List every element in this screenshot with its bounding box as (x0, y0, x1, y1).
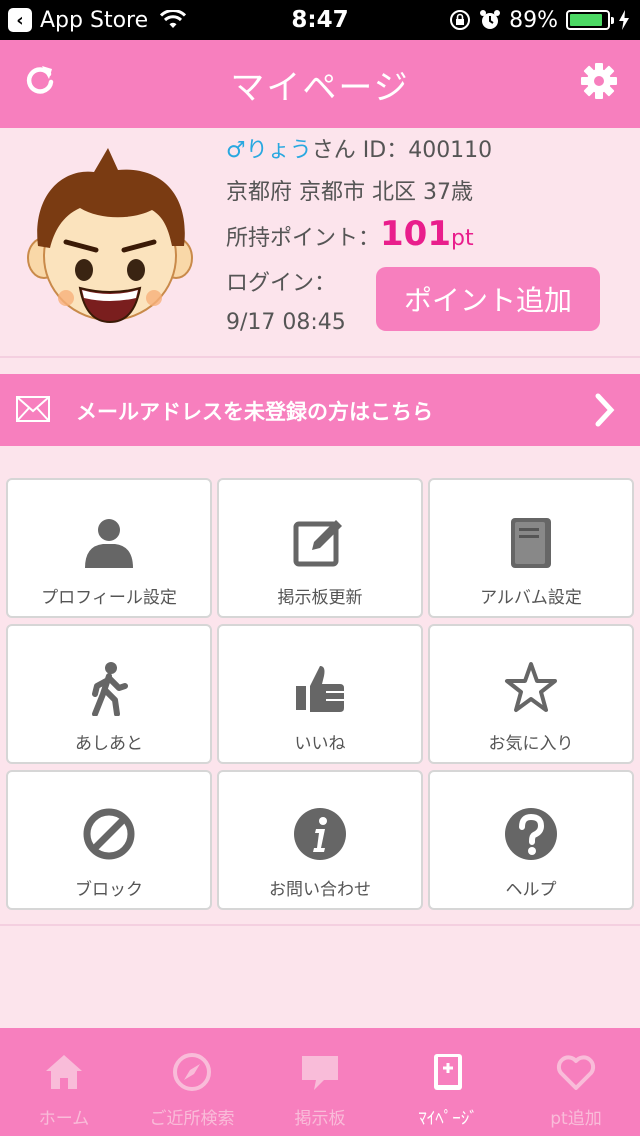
menu-tile-label: アルバム設定 (480, 588, 582, 608)
login-time: 9/17 08:45 (226, 310, 346, 335)
tab-label: ご近所検索 (149, 1109, 235, 1129)
avatar[interactable] (22, 146, 198, 324)
menu-tile-profile-settings[interactable]: プロフィール設定 (6, 478, 212, 618)
tab-bulletin-board[interactable]: 掲示板 (256, 1028, 384, 1136)
points-label: 所持ポイント： (226, 226, 381, 251)
charging-bolt-icon (619, 10, 629, 30)
menu-tile-favorites[interactable]: お気に入り (428, 624, 634, 764)
menu-tile-footprints[interactable]: あしあと (6, 624, 212, 764)
tab-label: 掲示板 (294, 1109, 346, 1129)
edit-icon (293, 520, 342, 567)
home-icon (46, 1055, 82, 1089)
mail-register-banner[interactable]: メールアドレスを未登録の方はこちら (0, 374, 640, 446)
profile-section: ♂りょうさん ID：400110 京都府 京都市 北区 37歳 所持ポイント：1… (0, 128, 640, 358)
tab-label: ホーム (38, 1109, 90, 1129)
block-icon (83, 808, 135, 860)
alarm-icon (480, 10, 501, 29)
app-header: マイページ (0, 40, 640, 128)
user-name: りょう (245, 138, 312, 163)
star-icon (505, 662, 557, 712)
person-icon (85, 519, 133, 568)
thumbs-up-icon (296, 666, 344, 712)
name-suffix: さん (311, 138, 356, 163)
chat-bubble-icon (302, 1056, 338, 1090)
tab-my-page[interactable]: ﾏｲﾍﾟｰｼﾞ (384, 1028, 512, 1136)
male-icon: ♂ (226, 138, 246, 163)
menu-tile-board-update[interactable]: 掲示板更新 (217, 478, 423, 618)
envelope-icon (16, 396, 50, 422)
status-bar: ‹ App Store 8:47 89% (0, 0, 640, 40)
bottom-tab-bar: ホーム ご近所検索 掲示板 ﾏｲﾍﾟｰｼﾞ pt追加 (0, 1028, 640, 1136)
tab-label: ﾏｲﾍﾟｰｼﾞ (418, 1109, 478, 1129)
orientation-lock-icon (450, 10, 471, 30)
menu-tile-label: ヘルプ (505, 880, 557, 900)
refresh-icon[interactable] (22, 62, 58, 98)
menu-tile-album-settings[interactable]: アルバム設定 (428, 478, 634, 618)
points-unit: pt (451, 226, 474, 251)
menu-tile-label: プロフィール設定 (41, 588, 177, 608)
back-arrow-icon[interactable]: ‹ (8, 8, 32, 32)
tab-add-points[interactable]: pt追加 (512, 1028, 640, 1136)
walking-icon (92, 662, 128, 716)
menu-tile-label: お問い合わせ (269, 880, 371, 900)
menu-tile-contact[interactable]: お問い合わせ (217, 770, 423, 910)
points-value: 101 (380, 214, 451, 254)
menu-tile-block[interactable]: ブロック (6, 770, 212, 910)
menu-tile-label: お気に入り (488, 734, 574, 754)
tab-label: pt追加 (550, 1109, 602, 1129)
add-point-button[interactable]: ポイント追加 (376, 267, 600, 331)
menu-tile-label: 掲示板更新 (277, 588, 363, 608)
points-line: 所持ポイント：101pt (226, 214, 474, 254)
user-id: ID：400110 (362, 138, 493, 163)
menu-tile-label: あしあと (75, 734, 143, 754)
mail-banner-text: メールアドレスを未登録の方はこちら (76, 400, 433, 424)
menu-tile-help[interactable]: ヘルプ (428, 770, 634, 910)
login-label: ログイン： (226, 271, 337, 296)
album-icon (511, 518, 551, 568)
page-title: マイページ (230, 67, 410, 108)
battery-icon (566, 10, 614, 30)
info-icon (294, 808, 346, 860)
mypage-book-icon (434, 1054, 462, 1090)
menu-tile-label: いいね (294, 734, 346, 754)
menu-tile-likes[interactable]: いいね (217, 624, 423, 764)
back-app-label[interactable]: App Store (40, 8, 148, 33)
gear-icon[interactable] (580, 62, 618, 100)
tab-nearby-search[interactable]: ご近所検索 (128, 1028, 256, 1136)
chevron-right-icon (595, 393, 615, 427)
location-age: 京都府 京都市 北区 37歳 (226, 180, 473, 205)
compass-icon (173, 1053, 211, 1091)
tab-home[interactable]: ホーム (0, 1028, 128, 1136)
heart-icon (556, 1055, 596, 1090)
help-icon (505, 808, 557, 860)
battery-percent: 89% (509, 7, 558, 33)
menu-tile-label: ブロック (75, 880, 143, 900)
wifi-icon (160, 10, 187, 28)
divider (0, 924, 640, 926)
profile-name-line: ♂りょうさん ID：400110 (226, 132, 492, 164)
